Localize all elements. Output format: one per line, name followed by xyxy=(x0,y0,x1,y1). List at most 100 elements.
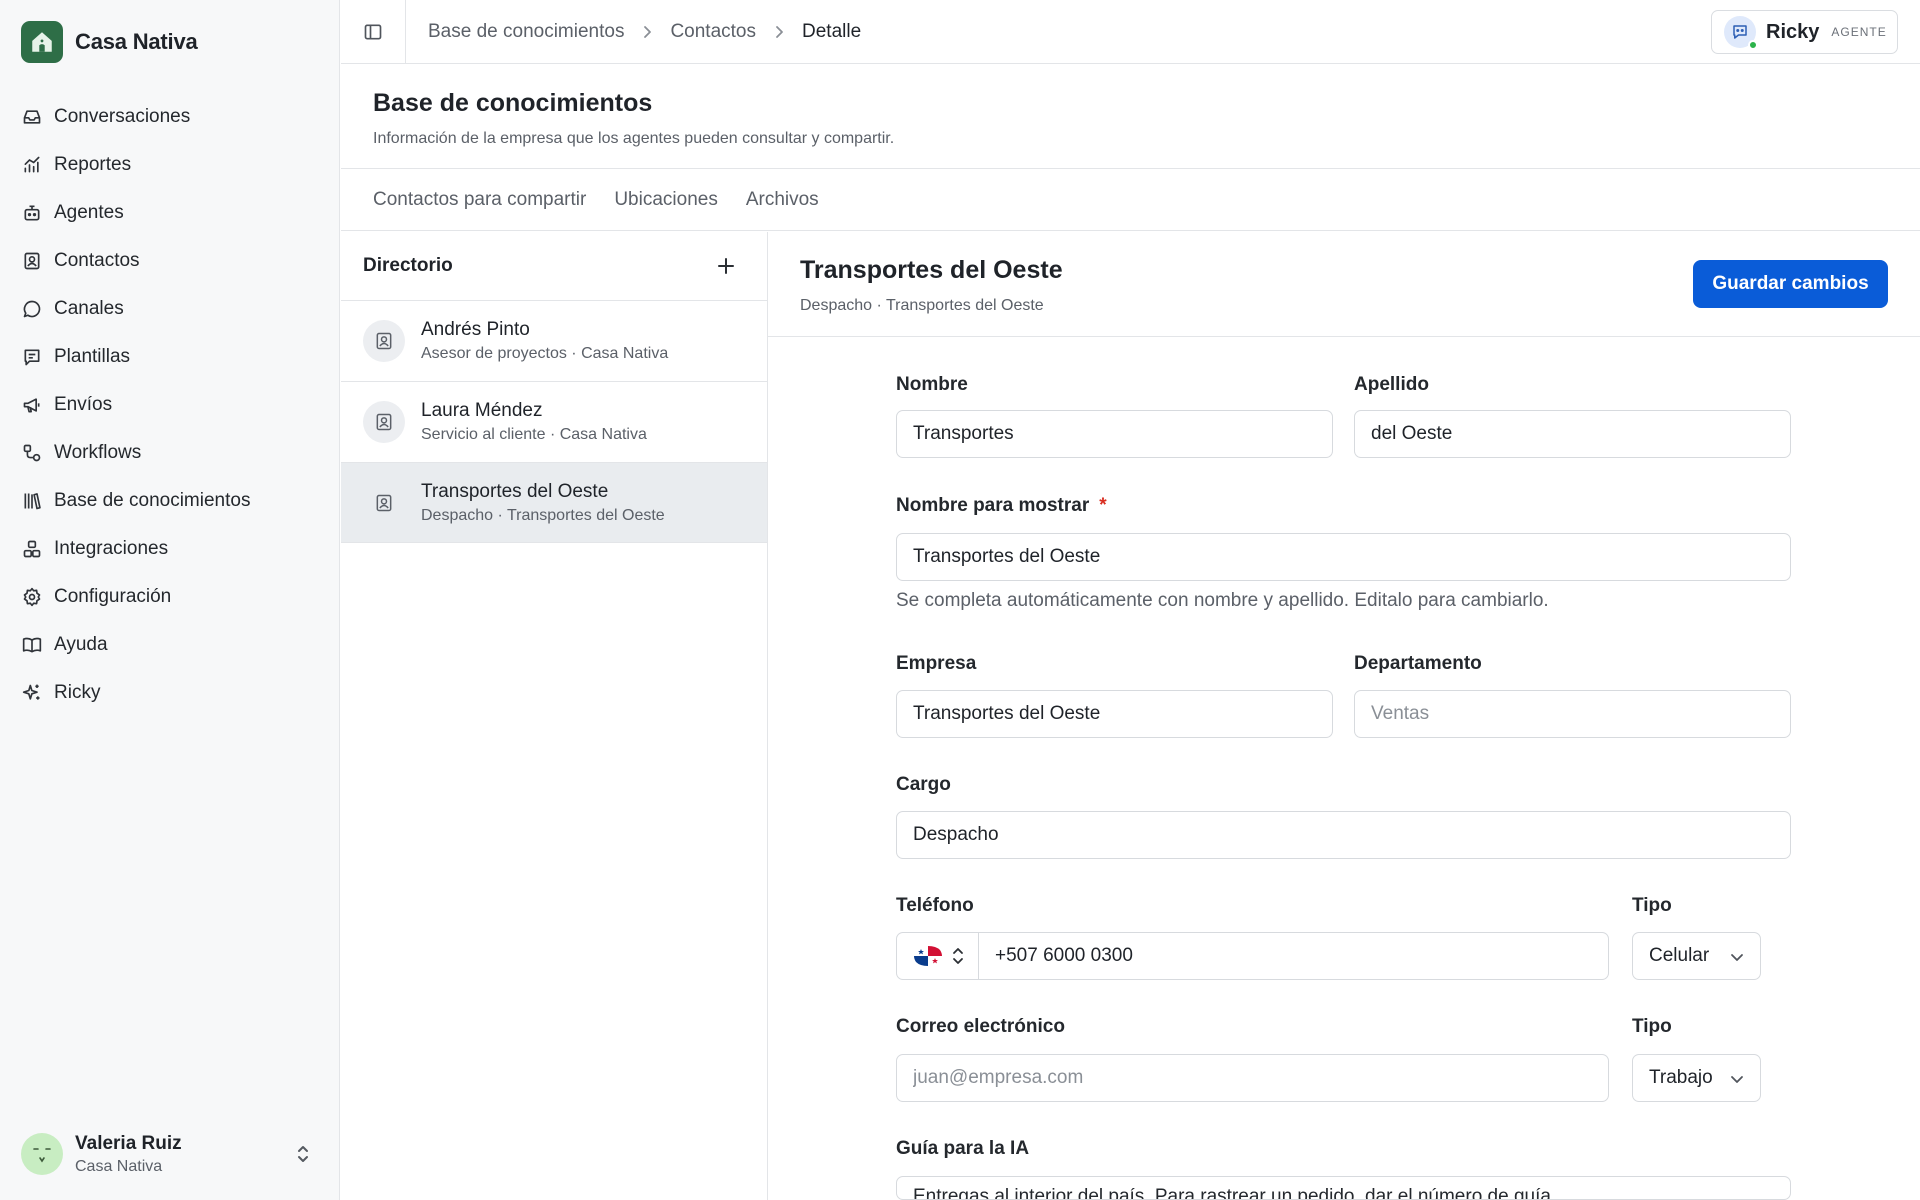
contact-name: Transportes del Oeste xyxy=(421,480,609,502)
chevron-down-icon xyxy=(1730,950,1744,964)
email-type-value: Trabajo xyxy=(1649,1067,1713,1088)
ai-guide-textarea[interactable]: Entregas al interior del país. Para rast… xyxy=(896,1176,1791,1200)
sidebar-item-label: Envíos xyxy=(54,394,113,415)
sidebar-item-label: Agentes xyxy=(54,202,124,223)
sidebar-item-canales[interactable]: Canales xyxy=(0,285,340,333)
contact-detail: Transportes del Oeste Despacho · Transpo… xyxy=(768,232,1920,1200)
topbar: Base de conocimientos Contactos Detalle … xyxy=(341,0,1920,64)
sidebar-nav: Conversaciones Reportes Agentes Contacto… xyxy=(0,93,340,717)
tab-archivos[interactable]: Archivos xyxy=(746,189,819,211)
sidebar-item-label: Reportes xyxy=(54,154,132,175)
department-field[interactable] xyxy=(1354,690,1791,738)
megaphone-icon xyxy=(22,395,42,415)
sidebar-item-contactos[interactable]: Contactos xyxy=(0,237,340,285)
sidebar-item-envios[interactable]: Envíos xyxy=(0,381,340,429)
sidebar-item-workflows[interactable]: Workflows xyxy=(0,429,340,477)
country-selector[interactable] xyxy=(897,933,979,979)
tab-contactos-para-compartir[interactable]: Contactos para compartir xyxy=(373,189,586,211)
chat-bubble-icon xyxy=(22,299,42,319)
page-title: Base de conocimientos xyxy=(373,89,653,117)
list-item[interactable]: Laura Méndez Servicio al cliente · Casa … xyxy=(341,381,767,462)
sidebar-item-ricky[interactable]: Ricky xyxy=(0,669,340,717)
display-name-hint: Se completa automáticamente con nombre y… xyxy=(896,590,1549,611)
sidebar-item-label: Base de conocimientos xyxy=(54,490,251,511)
online-status-dot xyxy=(1748,40,1758,50)
bot-icon xyxy=(22,203,42,223)
sidebar: Casa Nativa Conversaciones Reportes Agen… xyxy=(0,0,340,1200)
phone-type-value: Celular xyxy=(1649,945,1710,966)
company-label: Empresa xyxy=(896,653,977,674)
sidebar-item-reportes[interactable]: Reportes xyxy=(0,141,340,189)
sidebar-item-label: Integraciones xyxy=(54,538,169,559)
chevron-down-icon xyxy=(1730,1072,1744,1086)
email-label: Correo electrónico xyxy=(896,1016,1065,1037)
phone-type-label: Tipo xyxy=(1632,895,1672,916)
sidebar-item-label: Conversaciones xyxy=(54,106,191,127)
user-menu[interactable]: Valeria Ruiz Casa Nativa xyxy=(21,1126,321,1182)
workflow-icon xyxy=(22,443,42,463)
email-type-select[interactable]: Trabajo xyxy=(1632,1054,1761,1102)
first-name-field[interactable] xyxy=(896,410,1333,458)
sidebar-item-label: Ricky xyxy=(54,682,101,703)
sidebar-item-ayuda[interactable]: Ayuda xyxy=(0,621,340,669)
save-button[interactable]: Guardar cambios xyxy=(1693,260,1888,308)
sidebar-item-configuracion[interactable]: Configuración xyxy=(0,573,340,621)
phone-number-input[interactable] xyxy=(979,933,1608,979)
contact-icon xyxy=(363,401,405,443)
last-name-field[interactable] xyxy=(1354,410,1791,458)
contact-icon xyxy=(363,481,405,524)
add-contact-plus-icon[interactable] xyxy=(715,255,737,277)
chevron-right-icon xyxy=(772,25,786,39)
phone-type-select[interactable]: Celular xyxy=(1632,932,1761,980)
sidebar-item-base-de-conocimientos[interactable]: Base de conocimientos xyxy=(0,477,340,525)
gear-icon xyxy=(22,587,42,607)
bot-chat-icon xyxy=(1733,25,1747,39)
display-name-field[interactable] xyxy=(896,533,1791,581)
position-label: Cargo xyxy=(896,774,951,795)
contact-subtitle: Servicio al cliente · Casa Nativa xyxy=(421,426,647,443)
position-field[interactable] xyxy=(896,811,1791,859)
agent-role-badge: AGENTE xyxy=(1831,25,1887,39)
breadcrumb: Base de conocimientos Contactos Detalle xyxy=(428,0,861,63)
sidebar-toggle-icon[interactable] xyxy=(341,0,406,63)
contact-name: Laura Méndez xyxy=(421,400,543,421)
sidebar-item-label: Ayuda xyxy=(54,634,108,655)
app-name: Casa Nativa xyxy=(75,29,198,54)
brand[interactable]: Casa Nativa xyxy=(21,21,198,63)
sidebar-item-conversaciones[interactable]: Conversaciones xyxy=(0,93,340,141)
sparkle-icon xyxy=(22,683,42,703)
contact-name: Andrés Pinto xyxy=(421,319,530,340)
contact-icon xyxy=(363,320,405,362)
agent-chip[interactable]: Ricky AGENTE xyxy=(1711,10,1898,54)
list-item-selected[interactable]: Transportes del Oeste Despacho · Transpo… xyxy=(341,462,767,543)
tabs: Contactos para compartir Ubicaciones Arc… xyxy=(341,169,1920,231)
integrations-icon xyxy=(22,539,42,559)
breadcrumb-knowledge-base[interactable]: Base de conocimientos xyxy=(428,21,624,43)
page-header: Base de conocimientos Información de la … xyxy=(341,64,1920,169)
sidebar-item-label: Plantillas xyxy=(54,346,131,367)
breadcrumb-current: Detalle xyxy=(802,20,862,42)
inbox-icon xyxy=(22,107,42,127)
contact-subtitle: Despacho · Transportes del Oeste xyxy=(421,506,665,524)
company-field[interactable] xyxy=(896,690,1333,738)
house-logo-icon xyxy=(21,21,63,63)
chevron-up-down-icon[interactable] xyxy=(293,1143,313,1165)
chevron-up-down-icon xyxy=(952,946,964,966)
list-item[interactable]: Andrés Pinto Asesor de proyectos · Casa … xyxy=(341,300,767,381)
email-type-label: Tipo xyxy=(1632,1016,1672,1037)
tab-ubicaciones[interactable]: Ubicaciones xyxy=(614,189,718,211)
directory-panel: Directorio Andrés Pinto Asesor de proyec… xyxy=(341,232,768,1200)
contact-icon xyxy=(22,251,42,271)
sidebar-item-label: Workflows xyxy=(54,442,142,463)
user-name: Valeria Ruiz xyxy=(75,1132,182,1154)
library-icon xyxy=(22,491,42,511)
first-name-label: Nombre xyxy=(896,374,968,395)
agent-avatar xyxy=(1724,16,1758,50)
sidebar-item-label: Canales xyxy=(54,298,124,319)
sidebar-item-integraciones[interactable]: Integraciones xyxy=(0,525,340,573)
panama-flag-icon xyxy=(912,945,944,967)
sidebar-item-agentes[interactable]: Agentes xyxy=(0,189,340,237)
sidebar-item-plantillas[interactable]: Plantillas xyxy=(0,333,340,381)
email-field[interactable] xyxy=(896,1054,1609,1102)
breadcrumb-contacts[interactable]: Contactos xyxy=(670,21,756,43)
